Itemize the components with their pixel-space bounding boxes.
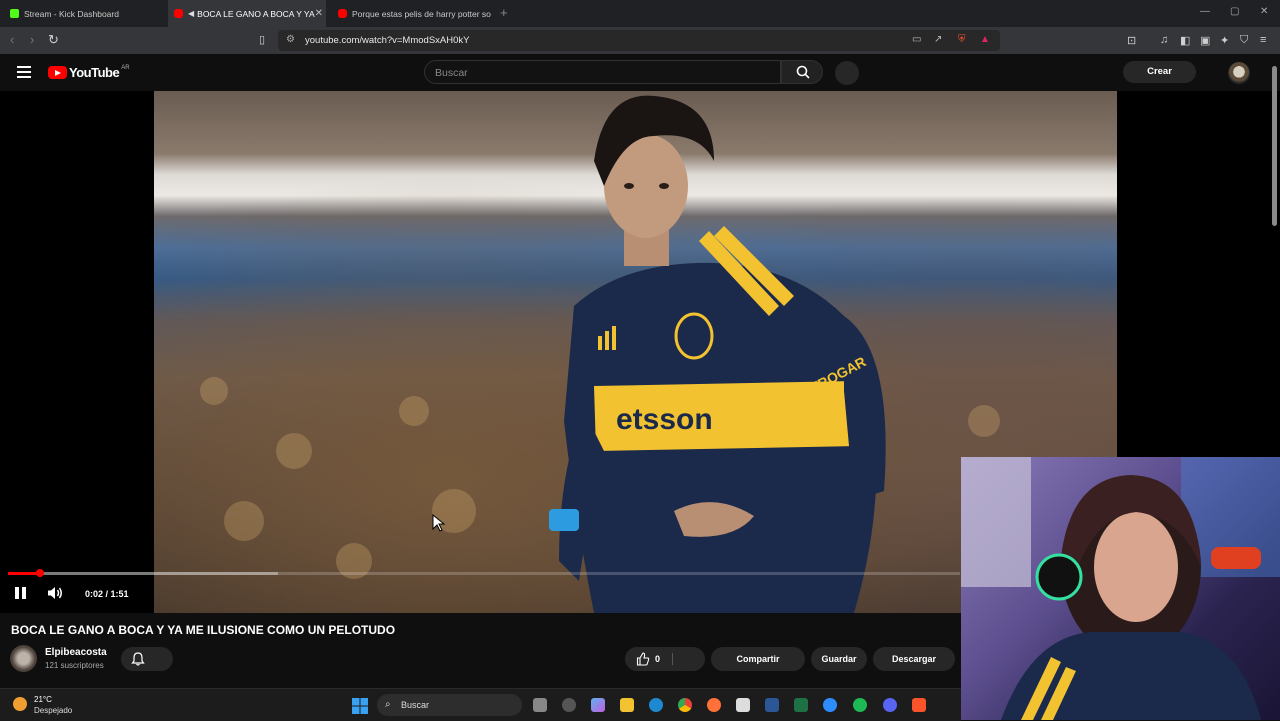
discord-icon[interactable] (883, 698, 897, 712)
reload-icon[interactable]: ↻ (48, 33, 59, 47)
channel-avatar[interactable] (10, 645, 37, 672)
save-button[interactable]: Guardar (811, 647, 867, 671)
weather-description: Despejado (34, 706, 73, 715)
vpn-icon[interactable]: ⛉ (1240, 34, 1248, 47)
browser-tab-strip: Stream - Kick Dashboard ◀ BOCA LE GANO A… (0, 0, 1280, 27)
tab-label: Stream - Kick Dashboard (24, 8, 119, 19)
wallet-icon[interactable]: ▣ (1200, 34, 1210, 47)
taskbar-search[interactable]: ⌕ Buscar (377, 694, 522, 716)
progress-buffered (8, 572, 279, 575)
tab-label: Porque estas pelis de harry potter so (352, 8, 491, 19)
youtube-favicon-icon (174, 9, 183, 18)
tab-label: BOCA LE GANO A BOCA Y YA (197, 8, 315, 19)
firefox-icon[interactable] (707, 698, 721, 712)
youtube-logo[interactable]: YouTube AR (48, 65, 130, 80)
windows-start-icon[interactable] (352, 698, 368, 714)
share-button[interactable]: Compartir (711, 647, 805, 671)
speaker-icon: ◀ (188, 9, 195, 18)
leo-ai-icon[interactable]: ✦ (1220, 34, 1229, 47)
site-settings-icon[interactable]: ⚙ (286, 34, 295, 45)
share-icon[interactable]: ↗ (934, 34, 942, 45)
page-scrollbar-thumb[interactable] (1272, 66, 1277, 226)
copilot-icon[interactable] (591, 698, 605, 712)
webcam-scene (961, 457, 1280, 720)
zoom-icon[interactable] (823, 698, 837, 712)
channel-name[interactable]: Elpibeacosta (45, 647, 107, 658)
download-button[interactable]: Descargar (873, 647, 955, 671)
sidebar-icon[interactable]: ◧ (1180, 34, 1190, 47)
pause-button[interactable] (15, 587, 26, 599)
search-button[interactable] (781, 60, 823, 84)
minimize-icon[interactable]: — (1200, 6, 1210, 17)
obs-icon[interactable] (562, 698, 576, 712)
like-count: 0 (655, 654, 661, 664)
browser-tab-youtube[interactable]: Porque estas pelis de harry potter so (332, 0, 492, 27)
webcam-overlay (961, 457, 1280, 720)
new-tab-icon[interactable]: + (500, 5, 508, 20)
bookmark-icon[interactable]: ▯ (259, 33, 265, 47)
back-icon[interactable]: ‹ (10, 33, 14, 47)
spotify-icon[interactable] (853, 698, 867, 712)
weather-temperature: 21°C (34, 695, 52, 704)
excel-icon[interactable] (794, 698, 808, 712)
bell-icon (131, 652, 145, 666)
voice-search-button[interactable] (835, 61, 859, 85)
close-window-icon[interactable]: ✕ (1260, 6, 1268, 17)
brave-shields-icon[interactable]: ⛨ (958, 34, 966, 45)
account-avatar[interactable] (1228, 62, 1250, 84)
jersey-sponsor-text: etsson (616, 403, 713, 436)
forward-icon[interactable]: › (30, 33, 34, 47)
url-text: youtube.com/watch?v=MmodSxAH0kY (305, 35, 470, 46)
media-icon[interactable]: ♫ (1160, 34, 1168, 46)
youtube-favicon-icon (338, 9, 347, 18)
thumbs-up-icon (636, 652, 650, 666)
address-bar[interactable]: ⚙ youtube.com/watch?v=MmodSxAH0kY ▭ ↗ ⛨ … (278, 30, 1000, 51)
youtube-play-icon (48, 66, 67, 79)
browser-tab-kick[interactable]: Stream - Kick Dashboard (4, 0, 164, 27)
windows-taskbar: 21°C Despejado ⌕ Buscar (0, 688, 961, 721)
brave-rewards-icon[interactable]: ▲ (980, 34, 990, 45)
notifications-button[interactable] (121, 647, 173, 671)
chrome-icon[interactable] (678, 698, 692, 712)
create-button[interactable]: Crear (1123, 61, 1196, 83)
brave-icon[interactable] (912, 698, 926, 712)
word-icon[interactable] (765, 698, 779, 712)
taskbar-search-label: Buscar (401, 700, 430, 710)
weather-icon[interactable] (13, 697, 27, 711)
close-tab-icon[interactable]: ✕ (315, 8, 323, 19)
search-icon: ⌕ (385, 699, 391, 710)
time-display: 0:02 / 1:51 (85, 589, 129, 599)
search-input[interactable]: Buscar (424, 60, 781, 84)
video-title: BOCA LE GANO A BOCA Y YA ME ILUSIONE COM… (11, 623, 396, 637)
kick-favicon-icon (10, 9, 19, 18)
edge-icon[interactable] (649, 698, 663, 712)
like-divider (672, 653, 673, 665)
mouse-cursor-icon (432, 514, 446, 532)
youtube-logo-text: YouTube (69, 65, 120, 80)
maximize-icon[interactable]: ▢ (1230, 6, 1239, 17)
file-explorer-icon[interactable] (620, 698, 634, 712)
guide-menu-icon[interactable] (17, 66, 31, 81)
like-button[interactable]: 0 (625, 647, 705, 671)
task-view-icon[interactable] (533, 698, 547, 712)
pause-icon (15, 587, 19, 599)
browser-toolbar: ‹ › ↻ ▯ ⚙ youtube.com/watch?v=MmodSxAH0k… (0, 27, 1280, 54)
browser-tab-youtube-active[interactable]: ◀ BOCA LE GANO A BOCA Y YA ✕ (168, 0, 326, 27)
volume-icon[interactable] (47, 586, 64, 600)
cast-icon[interactable]: ▭ (912, 34, 921, 45)
menu-icon[interactable]: ≡ (1260, 34, 1266, 46)
screenshot-icon[interactable]: ⊡ (1127, 34, 1136, 47)
youtube-header: YouTube AR Buscar Crear (0, 54, 1280, 91)
search-icon (796, 65, 810, 79)
country-code: AR (121, 64, 130, 71)
store-icon[interactable] (736, 698, 750, 712)
subscriber-count: 121 suscriptores (45, 661, 104, 670)
